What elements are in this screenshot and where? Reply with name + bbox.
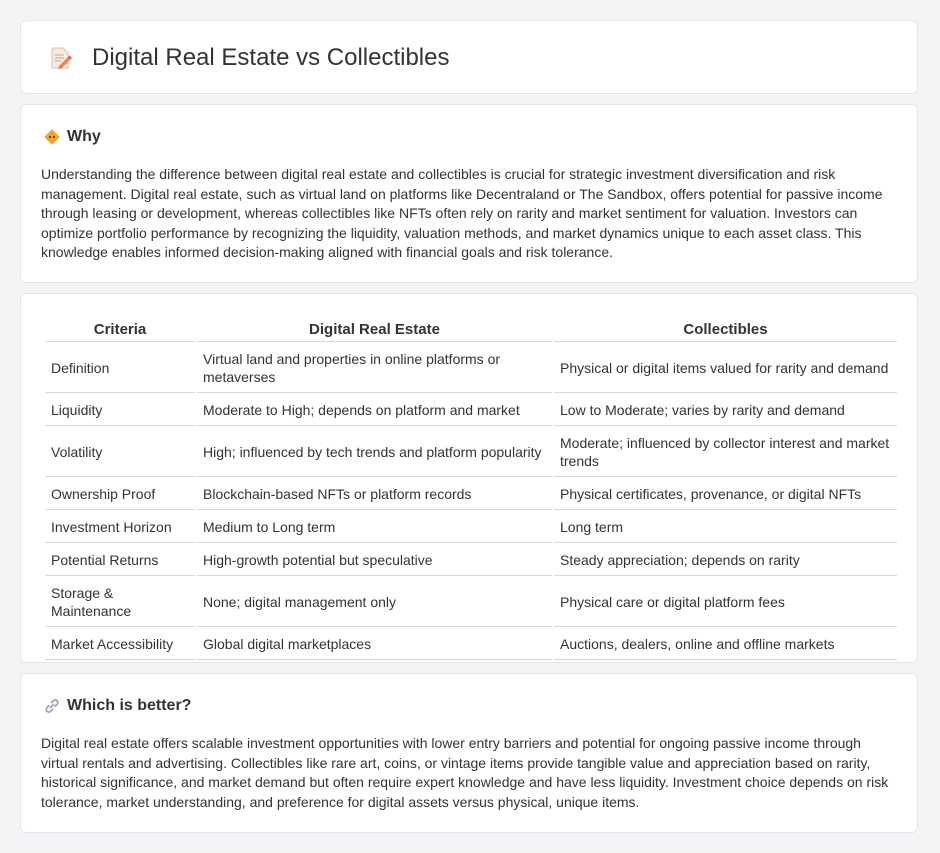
table-cell: Virtual land and properties in online pl…	[197, 344, 552, 393]
table-cell: Global digital marketplaces	[197, 629, 552, 660]
table-row: Liquidity Moderate to High; depends on p…	[45, 395, 897, 426]
table-cell: Physical certificates, provenance, or di…	[554, 479, 897, 510]
table-cell: Potential Returns	[45, 545, 195, 576]
column-header: Digital Real Estate	[197, 316, 552, 342]
table-cell: Volatility	[45, 428, 195, 477]
why-heading: Why	[43, 127, 101, 147]
table-row: Market Accessibility Global digital mark…	[45, 629, 897, 660]
table-cell: Blockchain-based NFTs or platform record…	[197, 479, 552, 510]
table-row: Potential Returns High-growth potential …	[45, 545, 897, 576]
table-cell: Ownership Proof	[45, 479, 195, 510]
better-heading: Which is better?	[43, 696, 191, 716]
table-cell: Investment Horizon	[45, 512, 195, 543]
comparison-table: Criteria Digital Real Estate Collectible…	[43, 314, 899, 662]
table-row: Storage & Maintenance None; digital mana…	[45, 578, 897, 627]
table-row: Ownership Proof Blockchain-based NFTs or…	[45, 479, 897, 510]
table-cell: Market Accessibility	[45, 629, 195, 660]
better-body: Digital real estate offers scalable inve…	[41, 735, 889, 810]
comparison-section: Criteria Digital Real Estate Collectible…	[20, 293, 918, 663]
column-header: Collectibles	[554, 316, 897, 342]
document-pencil-icon	[51, 47, 72, 70]
page-title: Digital Real Estate vs Collectibles	[92, 44, 450, 71]
table-cell: Definition	[45, 344, 195, 393]
table-cell: Low to Moderate; varies by rarity and de…	[554, 395, 897, 426]
table-cell: None; digital management only	[197, 578, 552, 627]
table-cell: Liquidity	[45, 395, 195, 426]
diamond-sign-icon	[44, 129, 60, 145]
table-cell: High; influenced by tech trends and plat…	[197, 428, 552, 477]
better-title: Which is better?	[67, 697, 192, 714]
table-cell: Moderate; influenced by collector intere…	[554, 428, 897, 477]
why-title: Why	[67, 128, 101, 145]
column-header: Criteria	[45, 316, 195, 342]
table-row: Definition Virtual land and properties i…	[45, 344, 897, 393]
table-header-row: Criteria Digital Real Estate Collectible…	[45, 316, 897, 342]
table-cell: Moderate to High; depends on platform an…	[197, 395, 552, 426]
table-cell: Long term	[554, 512, 897, 543]
why-body: Understanding the difference between dig…	[41, 166, 883, 261]
table-row: Volatility High; influenced by tech tren…	[45, 428, 897, 477]
table-cell: Steady appreciation; depends on rarity	[554, 545, 897, 576]
table-cell: Storage & Maintenance	[45, 578, 195, 627]
table-cell: Medium to Long term	[197, 512, 552, 543]
table-row: Investment Horizon Medium to Long term L…	[45, 512, 897, 543]
why-section: Why Understanding the difference between…	[20, 104, 918, 283]
link-icon	[45, 699, 59, 713]
table-cell: Physical care or digital platform fees	[554, 578, 897, 627]
header-card: Digital Real Estate vs Collectibles	[20, 20, 918, 94]
which-is-better-section: Which is better? Digital real estate off…	[20, 673, 918, 833]
table-cell: Auctions, dealers, online and offline ma…	[554, 629, 897, 660]
table-cell: High-growth potential but speculative	[197, 545, 552, 576]
table-cell: Physical or digital items valued for rar…	[554, 344, 897, 393]
